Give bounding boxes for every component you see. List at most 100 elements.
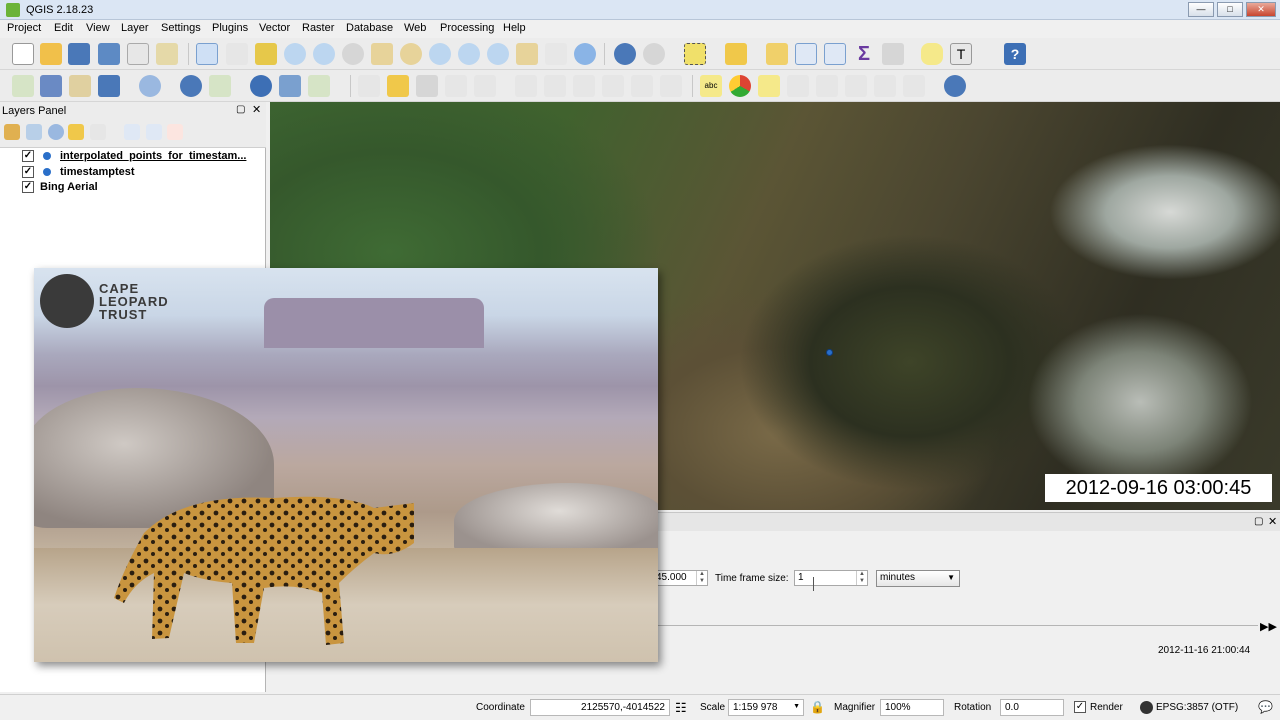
zoom-next-icon[interactable] bbox=[487, 43, 509, 65]
menu-web[interactable]: Web bbox=[404, 22, 426, 34]
show-hide-labels-icon[interactable] bbox=[816, 75, 838, 97]
select-by-expression-icon[interactable] bbox=[725, 43, 747, 65]
new-print-composer-icon[interactable] bbox=[127, 43, 149, 65]
time-frame-size-input[interactable]: 1 ▲ ▼ bbox=[794, 570, 868, 586]
zoom-full-icon[interactable] bbox=[371, 43, 393, 65]
add-group-icon[interactable] bbox=[26, 124, 42, 140]
change-label-icon[interactable] bbox=[903, 75, 925, 97]
add-delimited-text-icon[interactable] bbox=[69, 75, 91, 97]
close-panel-icon[interactable]: ✕ bbox=[1268, 515, 1277, 528]
layer-visibility-checkbox[interactable]: ✓ bbox=[22, 181, 34, 193]
float-panel-icon[interactable]: ▢ bbox=[1254, 516, 1263, 527]
layer-item[interactable]: ✓ interpolated_points_for_timestam... bbox=[22, 150, 262, 164]
toggle-editing-pencil-icon[interactable] bbox=[387, 75, 409, 97]
zoom-to-selection-icon[interactable] bbox=[400, 43, 422, 65]
pan-hand-icon[interactable] bbox=[226, 43, 248, 65]
cut-scissors-icon[interactable] bbox=[602, 75, 624, 97]
add-oracle-icon[interactable] bbox=[279, 75, 301, 97]
collapse-all-icon[interactable] bbox=[146, 124, 162, 140]
map-point-marker[interactable] bbox=[826, 349, 833, 356]
run-action-icon[interactable] bbox=[643, 43, 665, 65]
rotate-label-icon[interactable] bbox=[874, 75, 896, 97]
messages-icon[interactable]: 💬 bbox=[1258, 700, 1273, 714]
expand-all-icon[interactable] bbox=[124, 124, 140, 140]
node-tool-icon[interactable] bbox=[515, 75, 537, 97]
magnifier-spinbox[interactable]: 100% bbox=[880, 699, 944, 716]
manage-visibility-icon[interactable] bbox=[48, 124, 64, 140]
time-manager-icon[interactable] bbox=[944, 75, 966, 97]
add-vector-layer-icon[interactable] bbox=[12, 75, 34, 97]
menu-processing[interactable]: Processing bbox=[440, 22, 494, 34]
maximize-button[interactable]: □ bbox=[1217, 2, 1243, 17]
add-wfs-layer-icon[interactable] bbox=[180, 75, 202, 97]
time-slider-track[interactable] bbox=[658, 625, 1258, 626]
menu-layer[interactable]: Layer bbox=[121, 22, 149, 34]
add-spatialite-icon[interactable] bbox=[209, 75, 231, 97]
zoom-out-icon[interactable] bbox=[313, 43, 335, 65]
zoom-last-icon[interactable] bbox=[458, 43, 480, 65]
text-annotation-icon[interactable]: T bbox=[950, 43, 972, 65]
zoom-in-icon[interactable] bbox=[284, 43, 306, 65]
layer-item[interactable]: ✓ timestamptest bbox=[22, 166, 262, 180]
menu-raster[interactable]: Raster bbox=[302, 22, 334, 34]
new-shapefile-icon[interactable] bbox=[308, 75, 330, 97]
trash-icon[interactable] bbox=[573, 75, 595, 97]
add-mssql-icon[interactable] bbox=[250, 75, 272, 97]
layer-visibility-checkbox[interactable]: ✓ bbox=[22, 150, 34, 162]
refresh-icon[interactable] bbox=[574, 43, 596, 65]
scale-combo[interactable]: 1:159 978 ▼ bbox=[728, 699, 804, 716]
measure-icon[interactable] bbox=[882, 43, 904, 65]
add-raster-layer-icon[interactable] bbox=[40, 75, 62, 97]
layer-visibility-checkbox[interactable]: ✓ bbox=[22, 166, 34, 178]
save-project-icon[interactable] bbox=[68, 43, 90, 65]
lock-icon[interactable]: 🔒 bbox=[810, 700, 825, 714]
label-abc-icon[interactable]: abc bbox=[700, 75, 722, 97]
render-checkbox[interactable]: ✓ bbox=[1074, 701, 1086, 713]
layer-item[interactable]: ✓ Bing Aerial bbox=[22, 181, 262, 195]
attribute-table-icon[interactable] bbox=[795, 43, 817, 65]
layer-styling-icon[interactable] bbox=[4, 124, 20, 140]
select-features-icon[interactable] bbox=[684, 43, 706, 65]
composer-manager-icon[interactable] bbox=[156, 43, 178, 65]
menu-vector[interactable]: Vector bbox=[259, 22, 290, 34]
close-panel-icon[interactable]: ✕ bbox=[252, 103, 261, 116]
remove-layer-icon[interactable] bbox=[167, 124, 183, 140]
spin-arrows-icon[interactable]: ▲ ▼ bbox=[696, 571, 707, 585]
menu-edit[interactable]: Edit bbox=[54, 22, 73, 34]
menu-plugins[interactable]: Plugins bbox=[212, 22, 248, 34]
show-bookmarks-icon[interactable] bbox=[545, 43, 567, 65]
statistics-sigma-icon[interactable]: Σ bbox=[853, 43, 875, 65]
menu-view[interactable]: View bbox=[86, 22, 110, 34]
zoom-to-layer-icon[interactable] bbox=[429, 43, 451, 65]
delete-selected-icon[interactable] bbox=[544, 75, 566, 97]
move-feature-icon[interactable] bbox=[474, 75, 496, 97]
coordinate-field[interactable]: 2125570,-4014522 bbox=[530, 699, 670, 716]
spin-arrows-icon[interactable]: ▲ ▼ bbox=[856, 571, 867, 585]
new-bookmark-icon[interactable] bbox=[516, 43, 538, 65]
open-project-icon[interactable] bbox=[40, 43, 62, 65]
copy-features-icon[interactable] bbox=[631, 75, 653, 97]
rotation-spinbox[interactable]: 0.0 bbox=[1000, 699, 1064, 716]
save-as-icon[interactable] bbox=[98, 43, 120, 65]
highlight-labels-icon[interactable] bbox=[787, 75, 809, 97]
zoom-native-icon[interactable] bbox=[342, 43, 364, 65]
time-unit-select[interactable]: minutes ▼ bbox=[876, 570, 960, 587]
move-label-icon[interactable] bbox=[845, 75, 867, 97]
add-postgis-layer-icon[interactable] bbox=[98, 75, 120, 97]
add-wms-layer-icon[interactable] bbox=[139, 75, 161, 97]
map-tips-icon[interactable] bbox=[921, 43, 943, 65]
crs-status[interactable]: EPSG:3857 (OTF) bbox=[1156, 702, 1238, 713]
field-calculator-icon[interactable] bbox=[824, 43, 846, 65]
time-offset-spinbox[interactable]: 45.000 ▲ ▼ bbox=[652, 570, 708, 586]
mouse-coords-icon[interactable]: ☷ bbox=[675, 700, 687, 716]
deselect-icon[interactable] bbox=[766, 43, 788, 65]
pin-labels-icon[interactable] bbox=[758, 75, 780, 97]
paste-features-icon[interactable] bbox=[660, 75, 682, 97]
minimize-button[interactable]: — bbox=[1188, 2, 1214, 17]
pan-map-icon[interactable] bbox=[196, 43, 218, 65]
menu-settings[interactable]: Settings bbox=[161, 22, 201, 34]
identify-icon[interactable] bbox=[614, 43, 636, 65]
new-project-icon[interactable] bbox=[12, 43, 34, 65]
menu-project[interactable]: Project bbox=[7, 22, 41, 34]
diagram-pie-icon[interactable] bbox=[729, 75, 751, 97]
